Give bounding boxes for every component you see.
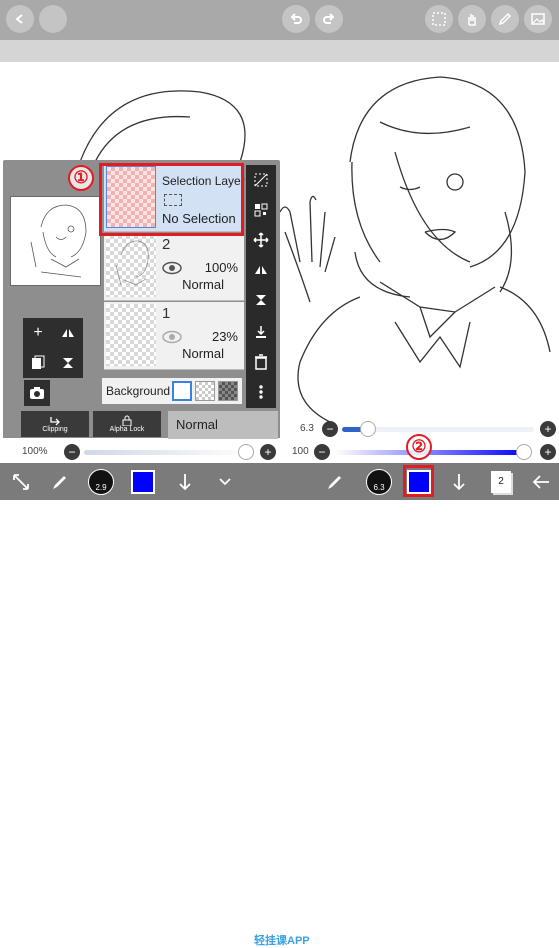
background-label: Background bbox=[106, 384, 171, 398]
selection-icon[interactable] bbox=[425, 5, 453, 33]
select-all-icon[interactable] bbox=[246, 167, 276, 193]
layer-blend-mode: Normal bbox=[182, 346, 224, 361]
back-arrow-icon[interactable] bbox=[526, 467, 556, 497]
annotation-one: ① bbox=[68, 165, 94, 191]
layer-count-badge: 2 bbox=[491, 471, 511, 493]
redo-icon[interactable] bbox=[315, 5, 343, 33]
slider-track bbox=[84, 450, 256, 455]
minus-icon[interactable]: − bbox=[64, 444, 80, 460]
blend-mode-select[interactable]: Normal bbox=[168, 411, 278, 439]
brush-size-slider[interactable]: 6.3 − + bbox=[300, 421, 559, 439]
background-transparent-swatch[interactable] bbox=[195, 381, 215, 401]
collapse-icon[interactable] bbox=[210, 467, 240, 497]
eye-icon[interactable] bbox=[162, 330, 182, 344]
layer-blend-mode: Normal bbox=[182, 277, 224, 292]
copy-layer-icon[interactable] bbox=[25, 350, 51, 376]
plus-icon[interactable]: + bbox=[540, 421, 556, 437]
brush-size-indicator: 6.3 bbox=[366, 469, 392, 495]
layer-1[interactable]: 1 23% Normal bbox=[104, 302, 244, 370]
layer-opacity: 100% bbox=[204, 260, 238, 275]
minus-icon[interactable]: − bbox=[322, 421, 338, 437]
plus-icon[interactable]: + bbox=[540, 444, 556, 460]
add-layer-icon[interactable]: + bbox=[25, 320, 51, 346]
down-arrow-icon[interactable] bbox=[170, 467, 200, 497]
down-arrow-icon[interactable] bbox=[444, 467, 474, 497]
background-white-swatch[interactable] bbox=[172, 381, 192, 401]
layer-opacity: 23% bbox=[211, 329, 238, 344]
layer-side-tools bbox=[246, 165, 276, 408]
pen-icon[interactable] bbox=[491, 5, 519, 33]
annotation-two: ② bbox=[406, 434, 432, 460]
bottom-toolbar: 2.9 轻挂课APP 6.3 2 bbox=[0, 463, 559, 947]
watermark-text: 轻挂课APP bbox=[254, 935, 310, 947]
camera-icon[interactable] bbox=[24, 380, 50, 406]
back-icon[interactable] bbox=[6, 5, 34, 33]
layer-number: 2 bbox=[162, 236, 171, 253]
more-icon[interactable] bbox=[246, 379, 276, 405]
brush-tool-icon[interactable] bbox=[45, 467, 75, 497]
layer-opacity-value: 100% bbox=[22, 446, 48, 457]
slider-knob[interactable] bbox=[516, 444, 532, 460]
canvas-preview[interactable] bbox=[10, 196, 101, 286]
image-icon[interactable] bbox=[524, 5, 552, 33]
flip-layer-icon[interactable] bbox=[55, 320, 81, 346]
minus-icon[interactable]: − bbox=[314, 444, 330, 460]
merge-icon[interactable] bbox=[55, 350, 81, 376]
alpha-lock-button[interactable]: Alpha Lock bbox=[93, 411, 161, 437]
color-button[interactable] bbox=[128, 467, 158, 497]
layers-button[interactable]: 2 bbox=[486, 467, 516, 497]
clipping-label: Clipping bbox=[42, 425, 68, 433]
color-swatch bbox=[131, 470, 155, 494]
transform-tool-icon[interactable] bbox=[6, 467, 36, 497]
blank-icon[interactable] bbox=[39, 5, 67, 33]
top-toolbar bbox=[0, 0, 559, 40]
background-row[interactable]: Background bbox=[102, 378, 242, 404]
eye-icon[interactable] bbox=[162, 261, 182, 275]
qr-icon[interactable] bbox=[246, 197, 276, 223]
layer-panel-footer: Clipping Alpha Lock Normal bbox=[3, 408, 280, 439]
layer-thumbnail bbox=[106, 235, 156, 297]
hand-icon[interactable] bbox=[458, 5, 486, 33]
background-dark-swatch[interactable] bbox=[218, 381, 238, 401]
plus-icon[interactable]: + bbox=[260, 444, 276, 460]
transform-icon[interactable] bbox=[246, 287, 276, 313]
move-icon[interactable] bbox=[246, 227, 276, 253]
canvas-top-band bbox=[0, 40, 559, 62]
undo-icon[interactable] bbox=[282, 5, 310, 33]
layer-2[interactable]: 2 100% Normal bbox=[104, 233, 244, 301]
brush-opacity-value: 100 bbox=[292, 446, 309, 457]
alpha-lock-label: Alpha Lock bbox=[109, 426, 145, 433]
layer-thumbnail bbox=[106, 304, 156, 366]
merge-down-icon[interactable] bbox=[246, 319, 276, 345]
brush-size-button[interactable]: 6.3 bbox=[364, 467, 394, 497]
flip-icon[interactable] bbox=[246, 257, 276, 283]
selection-layer-highlight bbox=[99, 163, 244, 236]
layer-number: 1 bbox=[162, 305, 171, 322]
layer-mini-tools: + bbox=[23, 318, 83, 378]
clipping-button[interactable]: Clipping bbox=[21, 411, 89, 437]
brush-size-value: 6.3 bbox=[300, 423, 314, 434]
layer-opacity-slider[interactable]: 100% − + bbox=[20, 444, 280, 462]
slider-knob[interactable] bbox=[360, 421, 376, 437]
slider-fill bbox=[342, 427, 362, 432]
trash-icon[interactable] bbox=[246, 349, 276, 375]
color-button-highlight bbox=[403, 465, 434, 497]
slider-knob[interactable] bbox=[238, 444, 254, 460]
brush-size-button[interactable]: 2.9 bbox=[86, 467, 116, 497]
brush-tool-icon[interactable] bbox=[320, 467, 350, 497]
brush-size-indicator: 2.9 bbox=[88, 469, 114, 495]
